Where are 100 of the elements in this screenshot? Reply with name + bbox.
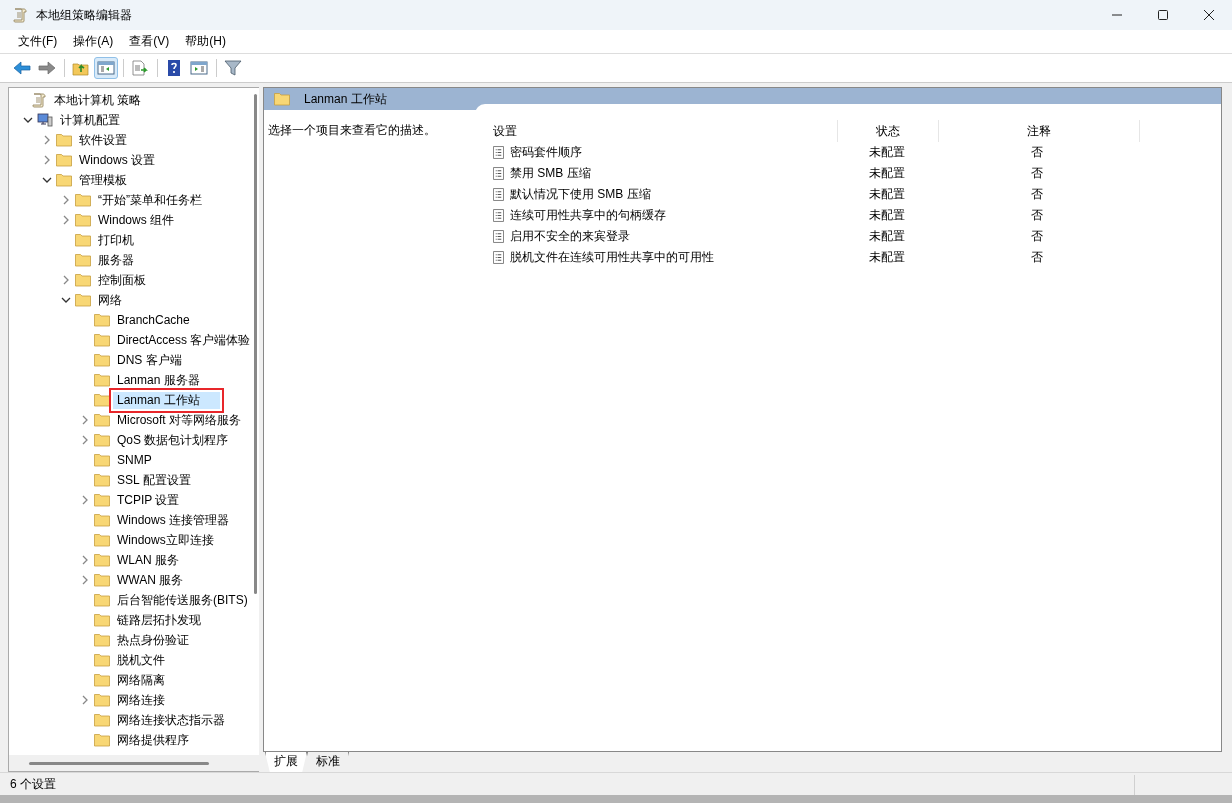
expand-toggle[interactable] xyxy=(42,155,52,165)
setting-icon xyxy=(493,146,504,159)
view-tab[interactable]: 扩展 xyxy=(265,752,307,773)
tree-item[interactable]: SNMP xyxy=(115,451,154,469)
folder-icon xyxy=(75,273,91,287)
setting-icon xyxy=(493,188,504,201)
window-title: 本地组策略编辑器 xyxy=(36,6,132,24)
tree-item[interactable]: DirectAccess 客户端体验 xyxy=(115,331,252,349)
column-header[interactable]: 设置 xyxy=(489,120,838,142)
setting-icon xyxy=(493,167,504,180)
tree-item[interactable]: 链路层拓扑发现 xyxy=(115,611,203,629)
tree-item[interactable]: 网络连接 xyxy=(115,691,167,709)
scroll-icon xyxy=(31,92,47,108)
folder-icon xyxy=(94,493,110,507)
setting-name[interactable]: 连续可用性共享中的句柄缓存 xyxy=(510,207,666,224)
tree-item[interactable]: 打印机 xyxy=(96,231,136,249)
expand-toggle[interactable] xyxy=(80,415,90,425)
tree-item[interactable]: TCPIP 设置 xyxy=(115,491,182,509)
scrollbar-thumb[interactable] xyxy=(29,761,209,765)
tree-item[interactable]: 网络隔离 xyxy=(115,671,167,689)
folder-icon xyxy=(75,293,91,307)
tree-item[interactable]: 计算机配置 xyxy=(58,111,122,129)
comment-cell-text: 否 xyxy=(1030,249,1044,266)
tree-item[interactable]: 后台智能传送服务(BITS) xyxy=(115,591,250,609)
expand-toggle[interactable] xyxy=(61,295,71,305)
menu-item[interactable]: 查看(V) xyxy=(121,31,178,52)
expand-toggle[interactable] xyxy=(61,195,71,205)
folder-icon xyxy=(94,393,110,407)
tree-item[interactable]: 网络提供程序 xyxy=(115,731,191,749)
folder-icon xyxy=(94,313,110,327)
filter-icon xyxy=(224,60,242,76)
comment-cell-text: 否 xyxy=(1030,144,1044,161)
maximize-icon xyxy=(1158,10,1168,20)
folder-icon xyxy=(94,433,110,447)
comment-cell-text: 否 xyxy=(1030,186,1044,203)
description-text: 选择一个项目来查看它的描述。 xyxy=(268,123,436,137)
setting-name[interactable]: 密码套件顺序 xyxy=(510,144,582,161)
state-cell-text: 未配置 xyxy=(868,249,906,266)
tree-item[interactable]: 软件设置 xyxy=(77,131,129,149)
tree-item[interactable]: 控制面板 xyxy=(96,271,148,289)
tree-item[interactable]: WLAN 服务 xyxy=(115,551,181,569)
state-cell-text: 未配置 xyxy=(868,207,906,224)
left-arrow-icon xyxy=(13,60,31,76)
tree-item[interactable]: 热点身份验证 xyxy=(115,631,191,649)
expand-toggle[interactable] xyxy=(80,435,90,445)
expand-toggle[interactable] xyxy=(80,695,90,705)
expand-toggle[interactable] xyxy=(80,555,90,565)
folder-icon xyxy=(94,713,110,727)
scrollbar-thumb[interactable] xyxy=(254,94,257,594)
tree-item[interactable]: 网络 xyxy=(96,291,124,309)
tree-item[interactable]: BranchCache xyxy=(115,311,192,329)
tree-item[interactable]: SSL 配置设置 xyxy=(115,471,193,489)
tree-item[interactable]: Windows 设置 xyxy=(77,151,157,169)
expand-toggle[interactable] xyxy=(61,215,71,225)
expand-toggle[interactable] xyxy=(23,115,33,125)
folder-icon xyxy=(94,373,110,387)
expand-toggle[interactable] xyxy=(80,575,90,585)
tree-item[interactable]: Windows立即连接 xyxy=(115,531,216,549)
menu-item[interactable]: 帮助(H) xyxy=(177,31,234,52)
tree-item[interactable]: 网络连接状态指示器 xyxy=(115,711,227,729)
folder-icon xyxy=(94,573,110,587)
state-cell-text: 未配置 xyxy=(868,228,906,245)
expand-toggle[interactable] xyxy=(42,135,52,145)
expand-toggle[interactable] xyxy=(61,275,71,285)
tree-item[interactable]: “开始”菜单和任务栏 xyxy=(96,191,204,209)
folder-icon xyxy=(94,693,110,707)
close-icon xyxy=(1204,10,1214,20)
tree-item[interactable]: Microsoft 对等网络服务 xyxy=(115,411,243,429)
setting-name[interactable]: 默认情况下使用 SMB 压缩 xyxy=(510,186,651,203)
expand-toggle[interactable] xyxy=(42,175,52,185)
folder-icon xyxy=(94,613,110,627)
export-icon xyxy=(131,60,149,76)
state-cell-text: 未配置 xyxy=(868,186,906,203)
column-header[interactable]: 状态 xyxy=(838,120,939,142)
tree-item[interactable]: 脱机文件 xyxy=(115,651,167,669)
tree-item[interactable]: 管理模板 xyxy=(77,171,129,189)
tree-item[interactable]: Lanman 服务器 xyxy=(115,371,202,389)
folder-icon xyxy=(94,733,110,747)
tree-item[interactable]: 本地计算机 策略 xyxy=(52,91,144,109)
setting-name[interactable]: 脱机文件在连续可用性共享中的可用性 xyxy=(510,249,714,266)
folder-icon xyxy=(94,533,110,547)
folder-icon xyxy=(94,593,110,607)
show-tree-button[interactable] xyxy=(94,57,118,79)
tree-item[interactable]: WWAN 服务 xyxy=(115,571,186,589)
folder-icon xyxy=(94,553,110,567)
folder-icon xyxy=(94,633,110,647)
filter-button[interactable] xyxy=(221,57,245,79)
folder-up-icon xyxy=(72,60,90,76)
setting-name[interactable]: 启用不安全的来宾登录 xyxy=(510,228,630,245)
tree-item[interactable]: Windows 组件 xyxy=(96,211,176,229)
setting-icon xyxy=(493,230,504,243)
tree-item[interactable]: DNS 客户端 xyxy=(115,351,184,369)
column-header[interactable]: 注释 xyxy=(939,120,1140,142)
menu-item[interactable]: 文件(F) xyxy=(10,31,66,52)
tree-item[interactable]: Windows 连接管理器 xyxy=(115,511,231,529)
tree-item[interactable]: 服务器 xyxy=(96,251,136,269)
setting-name[interactable]: 禁用 SMB 压缩 xyxy=(510,165,591,182)
tree-item[interactable]: QoS 数据包计划程序 xyxy=(115,431,231,449)
menu-item[interactable]: 操作(A) xyxy=(65,31,122,52)
expand-toggle[interactable] xyxy=(80,495,90,505)
